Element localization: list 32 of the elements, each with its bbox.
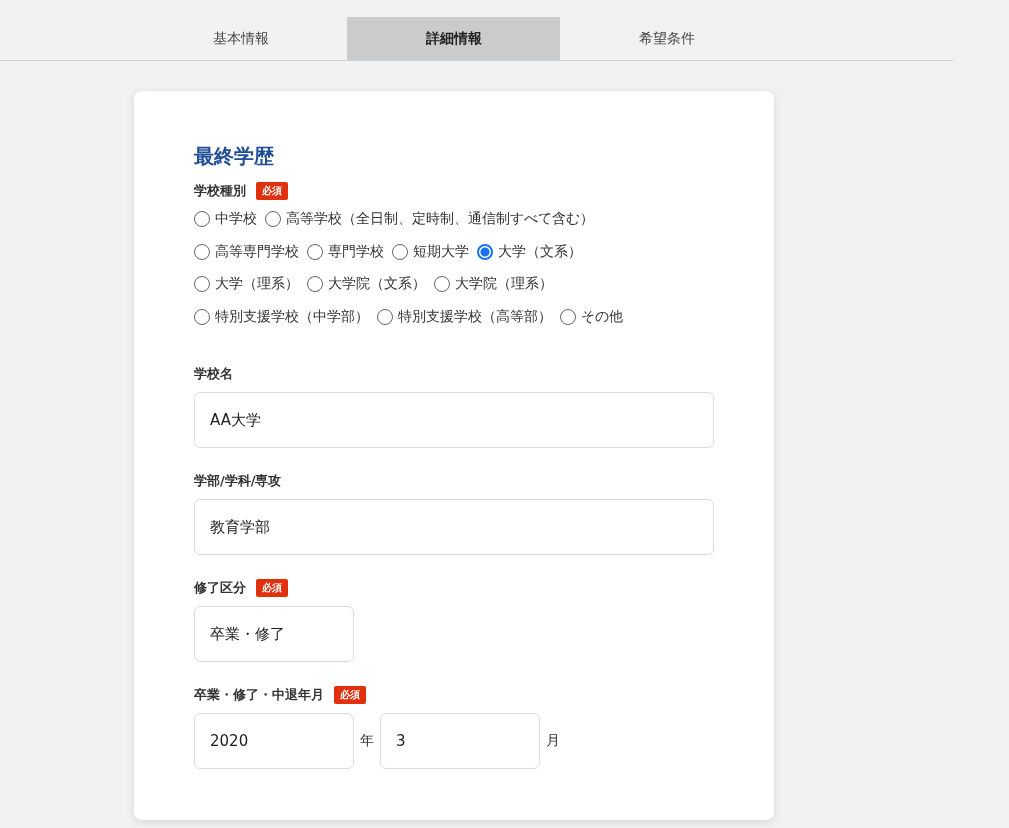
input-field[interactable]: 2020 bbox=[194, 713, 354, 769]
radio-button[interactable] bbox=[477, 243, 493, 260]
input-field[interactable]: 3 bbox=[380, 713, 540, 769]
radio-label[interactable]: 大学院（理系） bbox=[455, 275, 553, 294]
radio-label[interactable]: その他 bbox=[581, 307, 623, 326]
unit-label: 月 bbox=[546, 732, 560, 750]
section-title: 最終学歴 bbox=[194, 143, 275, 170]
tab[interactable]: 基本情報 bbox=[134, 17, 347, 60]
radio-label[interactable]: 短期大学 bbox=[413, 242, 469, 261]
field-label: 学部/学科/専攻 bbox=[194, 472, 282, 490]
input-field[interactable]: 教育学部 bbox=[194, 499, 714, 555]
radio-label[interactable]: 高等専門学校 bbox=[215, 242, 299, 261]
required-badge: 必須 bbox=[256, 182, 288, 200]
radio-label[interactable]: 専門学校 bbox=[328, 242, 384, 261]
radio-label[interactable]: 特別支援学校（中学部） bbox=[215, 307, 369, 326]
radio-label[interactable]: 中学校 bbox=[215, 210, 257, 229]
radio-label[interactable]: 大学院（文系） bbox=[328, 275, 426, 294]
required-badge: 必須 bbox=[256, 579, 288, 597]
field-label: 修了区分 bbox=[194, 579, 246, 597]
tab[interactable]: 希望条件 bbox=[560, 17, 773, 60]
required-badge: 必須 bbox=[334, 686, 366, 704]
field-label: 卒業・修了・中退年月 bbox=[194, 686, 324, 704]
radio-label[interactable]: 特別支援学校（高等部） bbox=[398, 307, 552, 326]
unit-label: 年 bbox=[360, 732, 374, 750]
radio-label[interactable]: 大学（文系） bbox=[498, 242, 582, 261]
field-label: 学校種別 bbox=[194, 182, 246, 200]
field-label: 学校名 bbox=[194, 365, 233, 383]
radio-label[interactable]: 高等学校（全日制、定時制、通信制すべて含む） bbox=[286, 210, 594, 229]
tab[interactable]: 詳細情報 bbox=[347, 17, 560, 60]
input-field[interactable]: 卒業・修了 bbox=[194, 606, 354, 662]
radio-label[interactable]: 大学（理系） bbox=[215, 275, 299, 294]
input-field[interactable]: AA大学 bbox=[194, 392, 714, 448]
